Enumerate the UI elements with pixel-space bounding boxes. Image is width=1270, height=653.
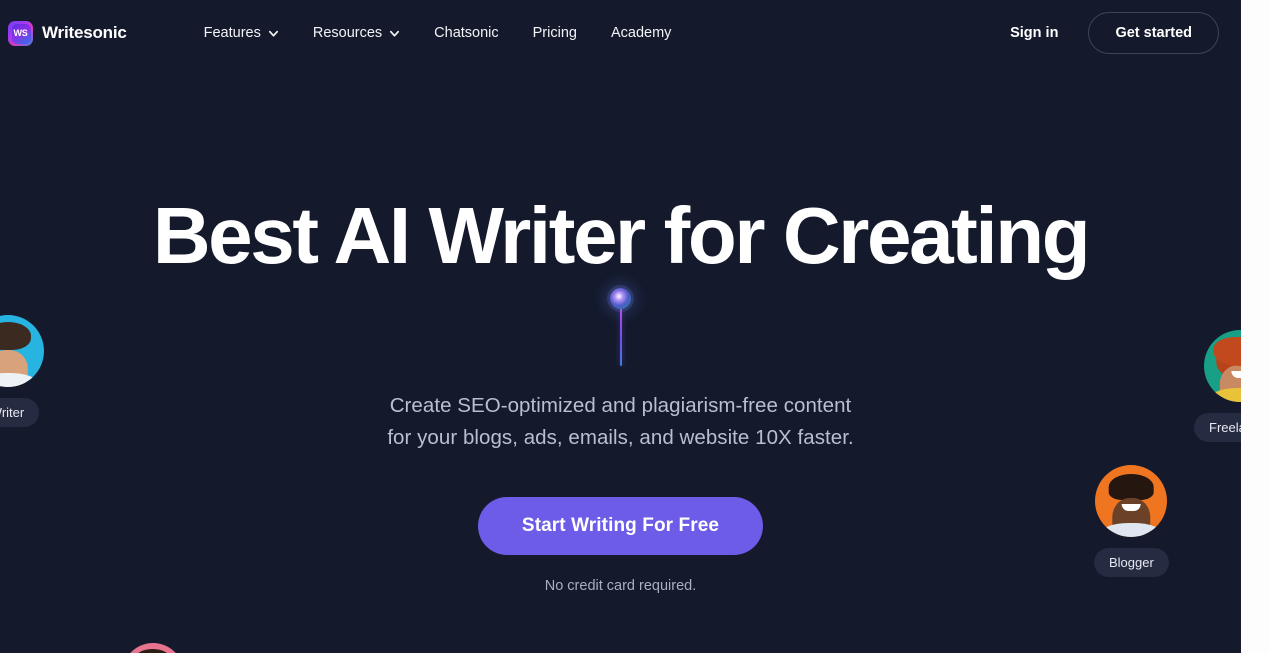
browser-viewport: WS Writesonic Features Resources Chatson…	[0, 0, 1241, 653]
nav-actions-group: Sign in Get started	[998, 12, 1219, 54]
typing-beam-icon	[619, 308, 622, 366]
ai-orb-cursor-icon	[601, 288, 641, 368]
hero-subheadline: Create SEO-optimized and plagiarism-free…	[387, 390, 853, 454]
avatar-marketer	[121, 643, 184, 653]
persona-writer-label: Writer	[0, 398, 40, 427]
page-title: Best AI Writer for Creating	[152, 191, 1091, 280]
persona-writer[interactable]: Writer	[0, 315, 44, 427]
writesonic-logo-icon: WS	[8, 20, 33, 46]
chevron-down-icon	[390, 30, 400, 37]
nav-item-academy[interactable]: Academy	[594, 17, 688, 49]
page-root: WS Writesonic Features Resources Chatson…	[0, 0, 1270, 653]
sign-in-link[interactable]: Sign in	[998, 17, 1070, 49]
persona-blogger-label: Blogger	[1094, 548, 1169, 577]
hero-cta-group: Start Writing For Free No credit card re…	[477, 496, 764, 594]
avatar-blogger	[1095, 465, 1168, 537]
start-writing-for-free-button[interactable]: Start Writing For Free	[477, 496, 764, 555]
top-navigation-bar: WS Writesonic Features Resources Chatson…	[0, 0, 1241, 66]
nav-item-features[interactable]: Features	[187, 17, 296, 49]
persona-freelancer-label: Freelancer	[1194, 413, 1241, 442]
nav-item-resources[interactable]: Resources	[296, 17, 417, 49]
brand-logo-link[interactable]: WS Writesonic	[8, 20, 127, 46]
nav-links-group: Features Resources Chatsonic Pricing Aca…	[187, 17, 689, 49]
persona-freelancer[interactable]: Freelancer	[1194, 330, 1241, 442]
nav-item-features-label: Features	[203, 25, 261, 41]
hero-subheadline-line-2: for your blogs, ads, emails, and website…	[387, 425, 854, 449]
page-scrollbar[interactable]	[1241, 0, 1270, 653]
nav-item-pricing-label: Pricing	[532, 25, 577, 41]
persona-blogger[interactable]: Blogger	[1094, 465, 1169, 577]
get-started-button[interactable]: Get started	[1088, 12, 1219, 54]
brand-name-text: Writesonic	[42, 23, 127, 42]
no-credit-card-note: No credit card required.	[544, 577, 697, 594]
hero-subheadline-line-1: Create SEO-optimized and plagiarism-free…	[389, 394, 852, 417]
logo-mark-text: WS	[13, 28, 28, 38]
nav-item-chatsonic[interactable]: Chatsonic	[417, 17, 515, 49]
nav-item-resources-label: Resources	[312, 25, 383, 41]
hero-section: Best AI Writer for Creating Create SEO-o…	[0, 0, 1241, 653]
avatar-freelancer	[1204, 330, 1241, 402]
nav-item-chatsonic-label: Chatsonic	[434, 25, 499, 41]
chevron-down-icon	[268, 30, 278, 37]
nav-item-pricing[interactable]: Pricing	[516, 17, 594, 49]
ai-orb-glow-icon	[610, 288, 631, 309]
avatar-writer	[0, 315, 44, 387]
nav-item-academy-label: Academy	[610, 25, 672, 41]
persona-marketer[interactable]: Marketer	[112, 643, 193, 653]
